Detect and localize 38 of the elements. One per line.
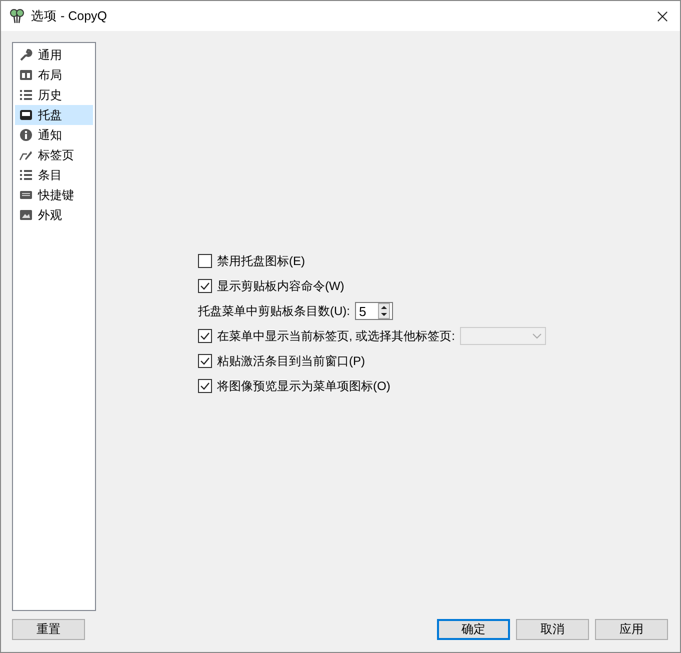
checkbox[interactable] — [198, 279, 212, 293]
sidebar-item[interactable]: 托盘 — [15, 105, 93, 125]
checkbox-label: 禁用托盘图标(E) — [216, 252, 305, 270]
info-icon — [19, 128, 33, 142]
close-icon[interactable] — [657, 10, 668, 22]
sidebar-item[interactable]: 历史 — [15, 85, 93, 105]
sidebar-item[interactable]: 标签页 — [15, 145, 93, 165]
window-title: 选项 - CopyQ — [31, 8, 108, 24]
caret-icon — [532, 333, 542, 339]
sidebar-item[interactable]: 条目 — [15, 165, 93, 185]
count-spinbox[interactable]: 5 — [354, 302, 393, 320]
wrench-icon — [19, 48, 33, 62]
list-icon — [19, 88, 33, 102]
sidebar-item[interactable]: 布局 — [15, 65, 93, 85]
checkbox-label: 将图像预览显示为菜单项图标(O) — [216, 378, 390, 394]
ok-button[interactable]: 确定 — [437, 619, 510, 640]
checkbox[interactable] — [198, 379, 212, 393]
sidebar-item[interactable]: 外观 — [15, 205, 93, 225]
cancel-button[interactable]: 取消 — [516, 619, 589, 640]
image-icon — [19, 208, 33, 222]
checkbox-label: 粘贴激活条目到当前窗口(P) — [216, 352, 365, 370]
sidebar-item[interactable]: 通用 — [15, 45, 93, 65]
list-icon — [19, 168, 33, 182]
apply-button[interactable]: 应用 — [595, 619, 668, 640]
tray-icon — [19, 108, 33, 122]
sidebar-item[interactable]: 快捷键 — [15, 185, 93, 205]
sidebar-item[interactable]: 通知 — [15, 125, 93, 145]
layout-icon — [19, 68, 33, 82]
checkbox[interactable] — [198, 354, 212, 368]
checkbox-label: 显示剪贴板内容命令(W) — [216, 278, 344, 294]
spinbox-label: 托盘菜单中剪贴板条目数(U): — [198, 302, 350, 320]
checkbox[interactable] — [198, 254, 212, 268]
app-icon — [9, 8, 25, 24]
checkbox[interactable] — [198, 329, 212, 343]
reset-button[interactable]: 重置 — [12, 619, 85, 640]
checkbox-label: 在菜单中显示当前标签页, 或选择其他标签页: — [216, 328, 455, 344]
spin-arrows-icon[interactable] — [378, 303, 390, 319]
keyboard-icon — [19, 188, 33, 202]
